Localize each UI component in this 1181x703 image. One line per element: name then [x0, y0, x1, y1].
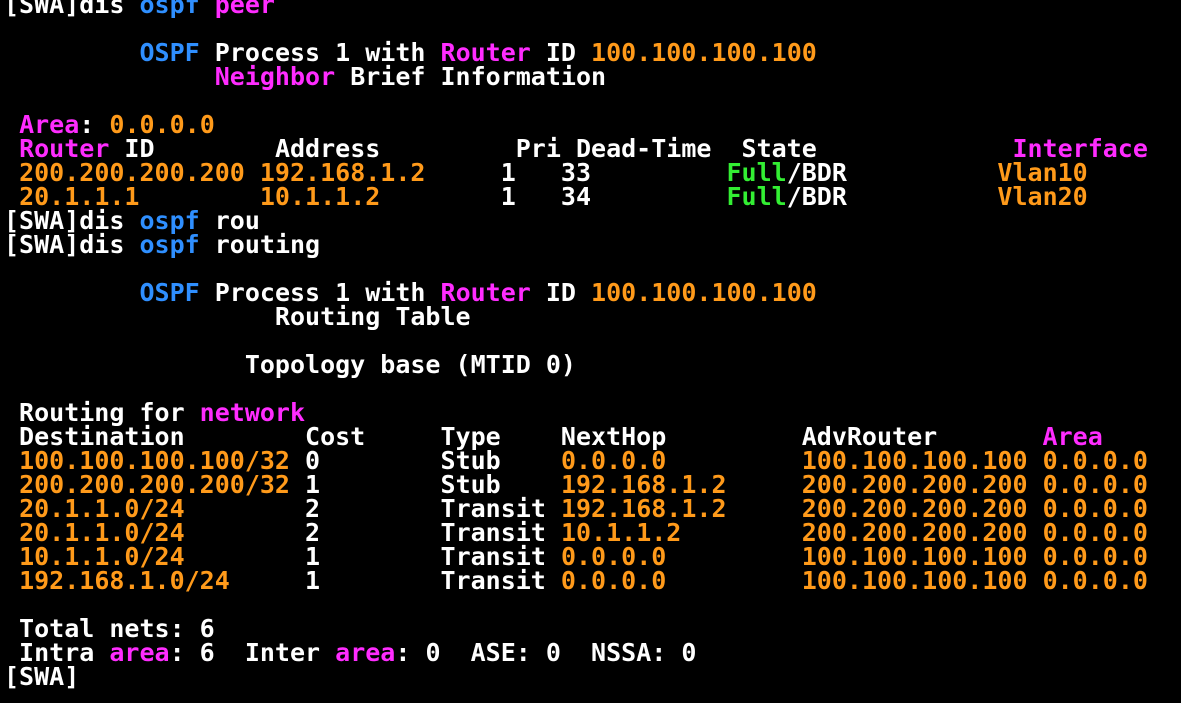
- terminal-line: Intra area: 6 Inter area: 0 ASE: 0 NSSA:…: [4, 638, 697, 667]
- terminal-text: /BDR: [786, 182, 998, 211]
- terminal-text: ospf: [139, 0, 200, 19]
- terminal-text: 0.0.0.0 100.100.100.100 0.0.0.0: [560, 566, 1148, 595]
- terminal-text: Vlan20: [997, 182, 1088, 211]
- terminal-text: [SWA]dis: [4, 230, 140, 259]
- terminal-text: : 6 Inter: [169, 638, 336, 667]
- terminal-text: 1 Transit: [229, 566, 561, 595]
- terminal-text: : 0 ASE: 0 NSSA: 0: [395, 638, 697, 667]
- terminal-text: Routing Table: [4, 302, 471, 331]
- terminal-text: peer: [214, 0, 275, 19]
- terminal-text: Full: [726, 182, 787, 211]
- terminal-line: Routing Table: [4, 302, 471, 331]
- terminal-text: Neighbor: [214, 62, 336, 91]
- terminal-text: Topology base (MTID 0): [4, 350, 576, 379]
- terminal-text: area: [109, 638, 170, 667]
- terminal-text: routing: [199, 230, 321, 259]
- terminal-line: Topology base (MTID 0): [4, 350, 576, 379]
- terminal-line: 192.168.1.0/24 1 Transit 0.0.0.0 100.100…: [4, 566, 1148, 595]
- terminal-line: Neighbor Brief Information: [4, 62, 607, 91]
- terminal-line: [SWA]dis ospf routing: [4, 230, 321, 259]
- terminal-line: [SWA]dis ospf peer: [4, 0, 275, 17]
- terminal-text: 192.168.1.0/24: [19, 566, 230, 595]
- terminal-text: Brief Information: [335, 62, 607, 91]
- terminal-text: [SWA]: [4, 662, 80, 691]
- terminal-text: ospf: [139, 230, 200, 259]
- terminal-window[interactable]: [SWA]dis ospf peer OSPF Process 1 with R…: [0, 0, 1181, 703]
- terminal-text: 1 34: [380, 182, 727, 211]
- terminal-text: 100.100.100.100: [591, 278, 817, 307]
- terminal-text: area: [335, 638, 396, 667]
- terminal-text: ID: [530, 278, 592, 307]
- terminal-line: [SWA]: [4, 662, 80, 691]
- terminal-text: [SWA]dis: [4, 0, 140, 19]
- terminal-text: 100.100.100.100: [591, 38, 817, 67]
